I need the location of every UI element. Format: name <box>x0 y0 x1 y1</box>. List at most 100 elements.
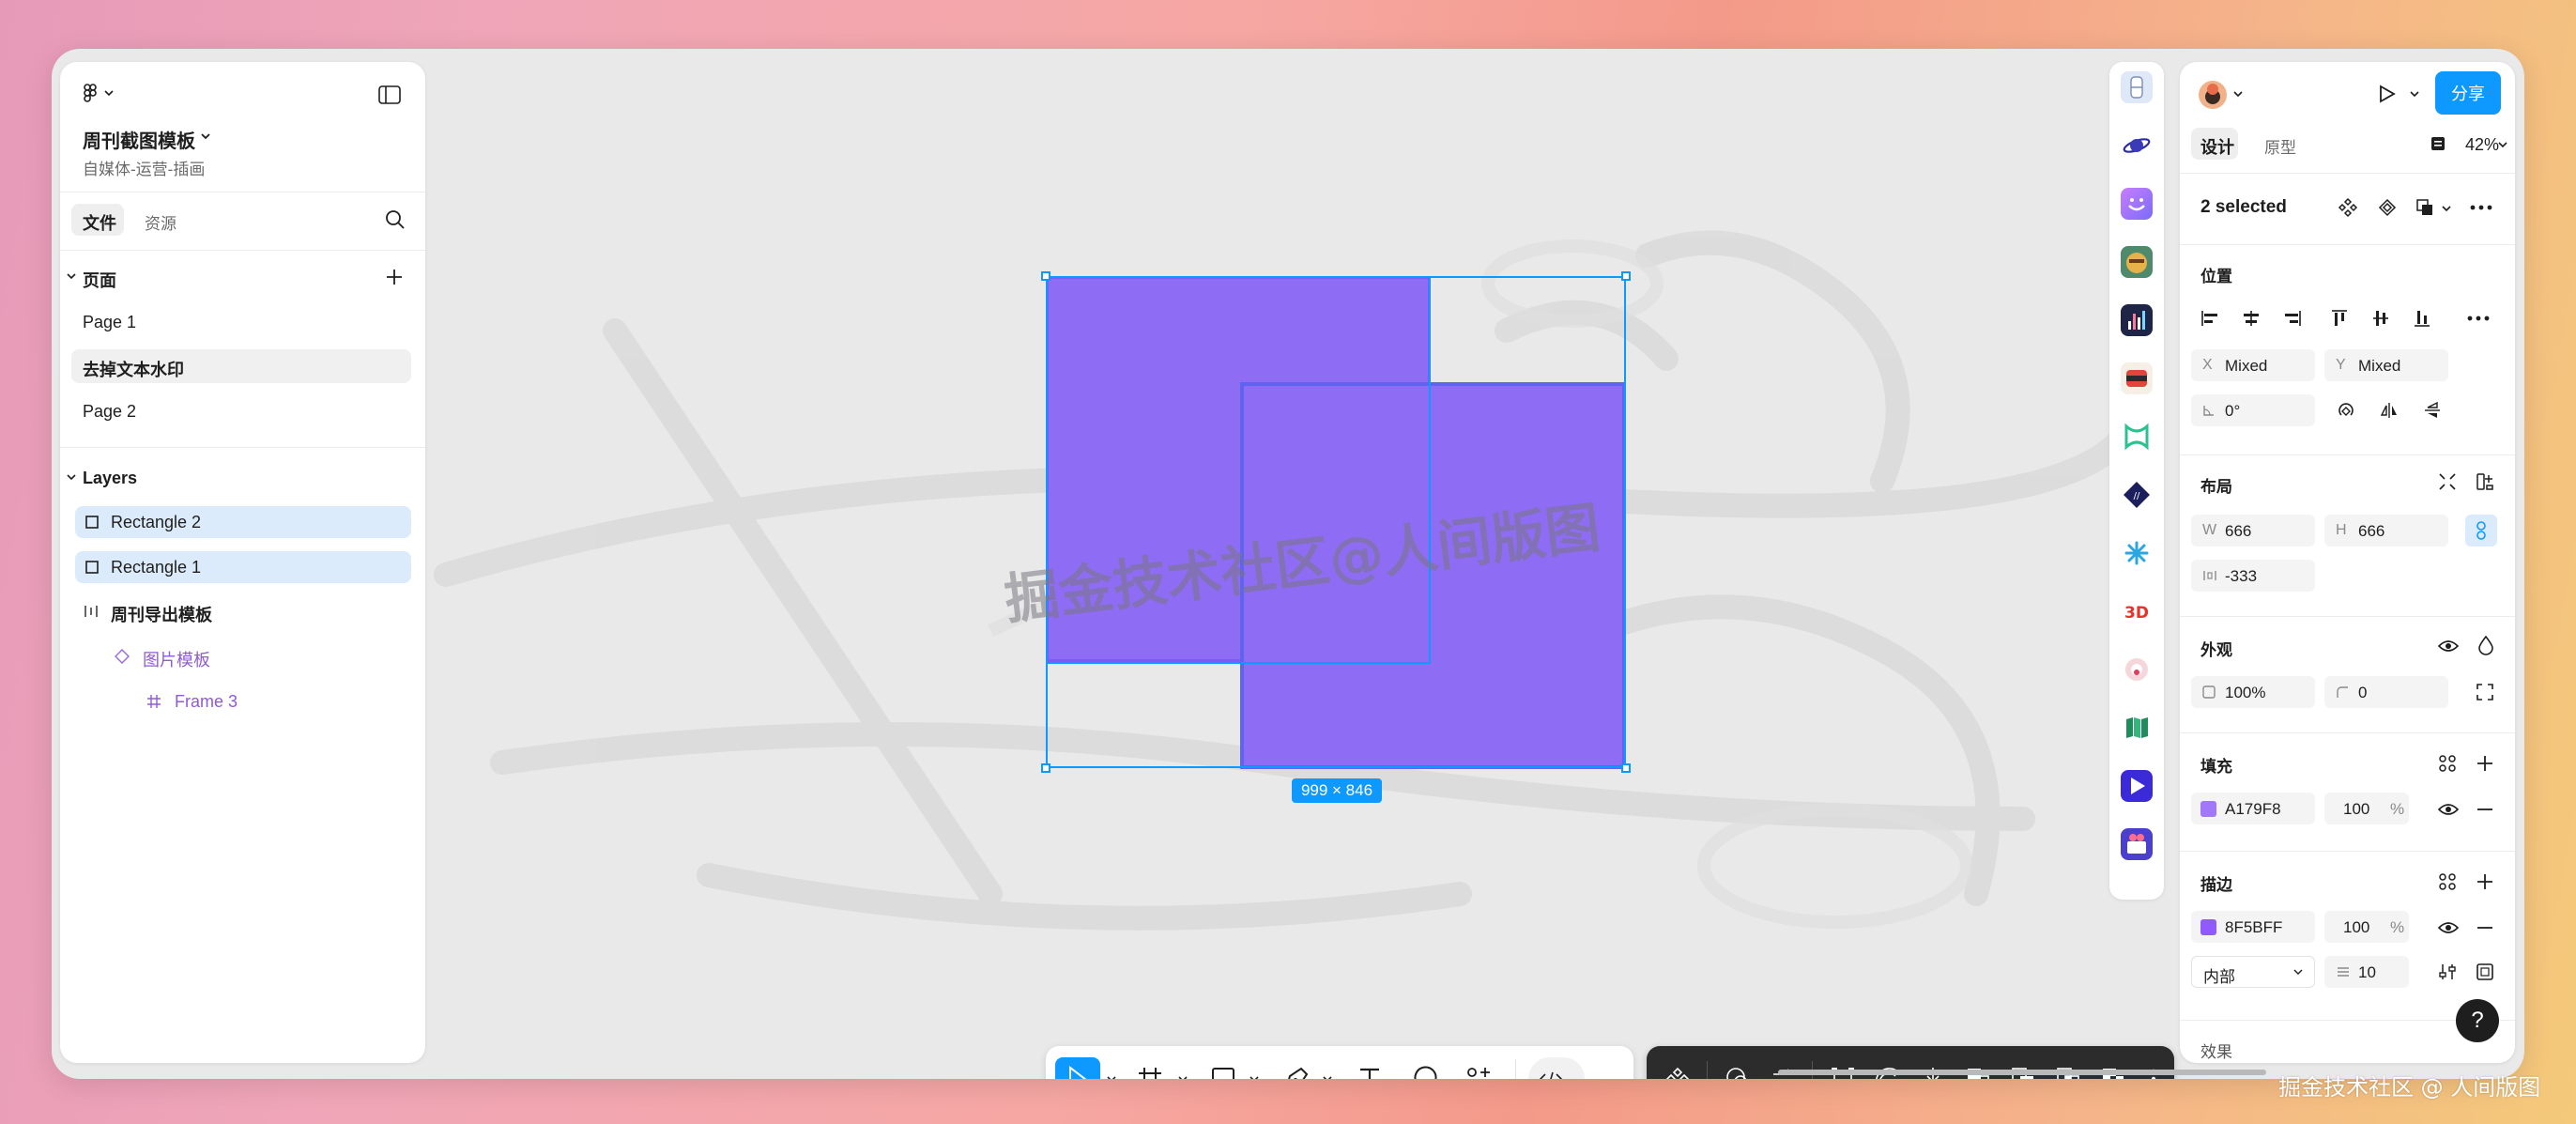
remove-stroke-icon[interactable] <box>2475 918 2495 937</box>
layer-frame-weekly[interactable]: 周刊导出模板 <box>75 595 411 627</box>
flip-vertical-icon[interactable] <box>2422 400 2443 421</box>
component-set-icon[interactable] <box>2377 197 2398 218</box>
chevron-down-icon[interactable] <box>1104 1057 1119 1079</box>
mask-icon[interactable] <box>1716 1057 1759 1079</box>
flip-horizontal-icon[interactable] <box>2379 400 2400 421</box>
chevron-down-icon[interactable] <box>2232 88 2244 100</box>
individual-strokes-icon[interactable] <box>2475 962 2495 982</box>
chevron-down-icon[interactable] <box>1175 1057 1190 1079</box>
avatar[interactable] <box>2197 79 2229 111</box>
resize-handle-bottom-right[interactable] <box>1621 763 1631 773</box>
create-component-icon[interactable] <box>2338 197 2358 218</box>
frame-tool-icon[interactable] <box>1128 1057 1172 1079</box>
actions-icon[interactable] <box>1457 1057 1500 1079</box>
plugin-icon-8[interactable]: // <box>2121 479 2153 511</box>
dev-mode-icon[interactable] <box>1528 1057 1585 1079</box>
plugin-icon-2[interactable] <box>2121 130 2153 162</box>
rectangle-tool-icon[interactable] <box>1202 1057 1245 1079</box>
styles-grid-icon[interactable] <box>2437 871 2458 892</box>
tab-prototype[interactable]: 原型 <box>2264 134 2296 158</box>
text-tool-icon[interactable] <box>1348 1057 1391 1079</box>
boolean-union-icon[interactable] <box>1956 1057 2000 1079</box>
share-button[interactable]: 分享 <box>2435 71 2501 115</box>
align-left-icon[interactable] <box>2191 302 2229 334</box>
boolean-exclude-icon[interactable] <box>2092 1057 2135 1079</box>
plugin-icon-7[interactable] <box>2121 421 2153 453</box>
remove-fill-icon[interactable] <box>2475 800 2495 819</box>
align-vertical-center-icon[interactable] <box>2362 302 2400 334</box>
resize-handle-bottom-left[interactable] <box>1041 763 1050 773</box>
stroke-position-select[interactable]: 内部 <box>2191 956 2315 988</box>
x-field[interactable]: X Mixed <box>2191 349 2315 381</box>
layer-rectangle-1[interactable]: Rectangle 1 <box>75 551 411 583</box>
create-component-icon[interactable] <box>1656 1057 1699 1079</box>
y-field[interactable]: Y Mixed <box>2324 349 2448 381</box>
flatten-icon[interactable] <box>1911 1057 1955 1079</box>
align-right-icon[interactable] <box>2274 302 2311 334</box>
chevron-down-icon[interactable] <box>2497 139 2508 150</box>
fill-color-field[interactable]: A179F8 <box>2191 793 2315 824</box>
more-align-icon[interactable] <box>2460 302 2497 334</box>
resize-handle-top-left[interactable] <box>1041 271 1050 281</box>
swap-icon[interactable] <box>1761 1057 1804 1079</box>
plugin-icon-9[interactable] <box>2121 537 2153 569</box>
plugin-icon-11[interactable] <box>2121 654 2153 685</box>
help-button[interactable]: ? <box>2456 999 2499 1042</box>
vector-edit-icon[interactable] <box>1821 1057 1864 1079</box>
add-page-icon[interactable] <box>384 267 405 287</box>
auto-layout-add-icon[interactable] <box>2475 471 2495 492</box>
stroke-color-field[interactable]: 8F5BFF <box>2191 911 2315 943</box>
page-item-3[interactable]: Page 2 <box>71 394 411 428</box>
search-icon[interactable] <box>384 208 406 231</box>
file-title[interactable]: 周刊截图模板 <box>83 126 195 153</box>
resize-to-fit-icon[interactable] <box>2437 471 2458 492</box>
plugin-icon-5[interactable] <box>2121 304 2153 336</box>
rotation-field[interactable]: 0° <box>2191 394 2315 426</box>
page-item-1[interactable]: Page 1 <box>71 305 411 339</box>
plugin-icon-6[interactable] <box>2121 362 2153 394</box>
boolean-intersect-icon[interactable] <box>2047 1057 2090 1079</box>
align-horizontal-center-icon[interactable] <box>2232 302 2270 334</box>
plugin-icon-14[interactable] <box>2121 828 2153 860</box>
chevron-down-icon[interactable] <box>199 130 212 143</box>
constrain-proportions-icon[interactable] <box>2465 515 2497 547</box>
outline-stroke-icon[interactable] <box>1866 1057 1909 1079</box>
tab-assets[interactable]: 资源 <box>145 210 176 234</box>
zoom-level[interactable]: 42% <box>2465 135 2499 155</box>
corner-radius-field[interactable]: 0 <box>2324 676 2448 708</box>
sidebar-toggle-icon[interactable] <box>377 85 402 105</box>
stroke-opacity-field[interactable]: 100 % <box>2324 911 2409 943</box>
align-bottom-icon[interactable] <box>2403 302 2441 334</box>
height-field[interactable]: H 666 <box>2324 515 2448 547</box>
stroke-swatch[interactable] <box>2200 919 2216 935</box>
chevron-down-icon[interactable] <box>1247 1057 1262 1079</box>
tab-design[interactable]: 设计 <box>2200 134 2234 159</box>
fill-opacity-field[interactable]: 100 % <box>2324 793 2409 824</box>
present-play-icon[interactable] <box>2375 83 2398 105</box>
eye-icon[interactable] <box>2437 918 2460 937</box>
eye-icon[interactable] <box>2437 637 2460 655</box>
fill-swatch[interactable] <box>2200 801 2216 817</box>
page-item-2-selected[interactable]: 去掉文本水印 <box>71 349 411 383</box>
chevron-down-icon[interactable] <box>2409 88 2420 100</box>
library-icon[interactable] <box>2430 135 2446 152</box>
layer-component-image[interactable]: 图片模板 <box>75 640 411 672</box>
plugin-icon-12[interactable] <box>2121 712 2153 744</box>
horizontal-scrollbar[interactable] <box>1778 1070 2266 1075</box>
resize-handle-top-right[interactable] <box>1621 271 1631 281</box>
comment-tool-icon[interactable] <box>1403 1057 1446 1079</box>
opacity-field[interactable]: 100% <box>2191 676 2315 708</box>
eye-icon[interactable] <box>2437 800 2460 819</box>
stroke-settings-icon[interactable] <box>2437 962 2458 982</box>
collapse-layers-icon[interactable] <box>66 471 77 483</box>
layer-rectangle-2[interactable]: Rectangle 2 <box>75 506 411 538</box>
tab-file[interactable]: 文件 <box>83 210 116 235</box>
boolean-group-icon[interactable] <box>2415 197 2435 218</box>
more-options-icon[interactable] <box>2469 199 2493 216</box>
styles-grid-icon[interactable] <box>2437 753 2458 774</box>
chevron-down-icon[interactable] <box>1320 1057 1335 1079</box>
stroke-weight-field[interactable]: 10 <box>2324 956 2409 988</box>
plugin-icon-1[interactable] <box>2121 71 2153 103</box>
plugin-icon-13[interactable] <box>2121 770 2153 802</box>
width-field[interactable]: W 666 <box>2191 515 2315 547</box>
